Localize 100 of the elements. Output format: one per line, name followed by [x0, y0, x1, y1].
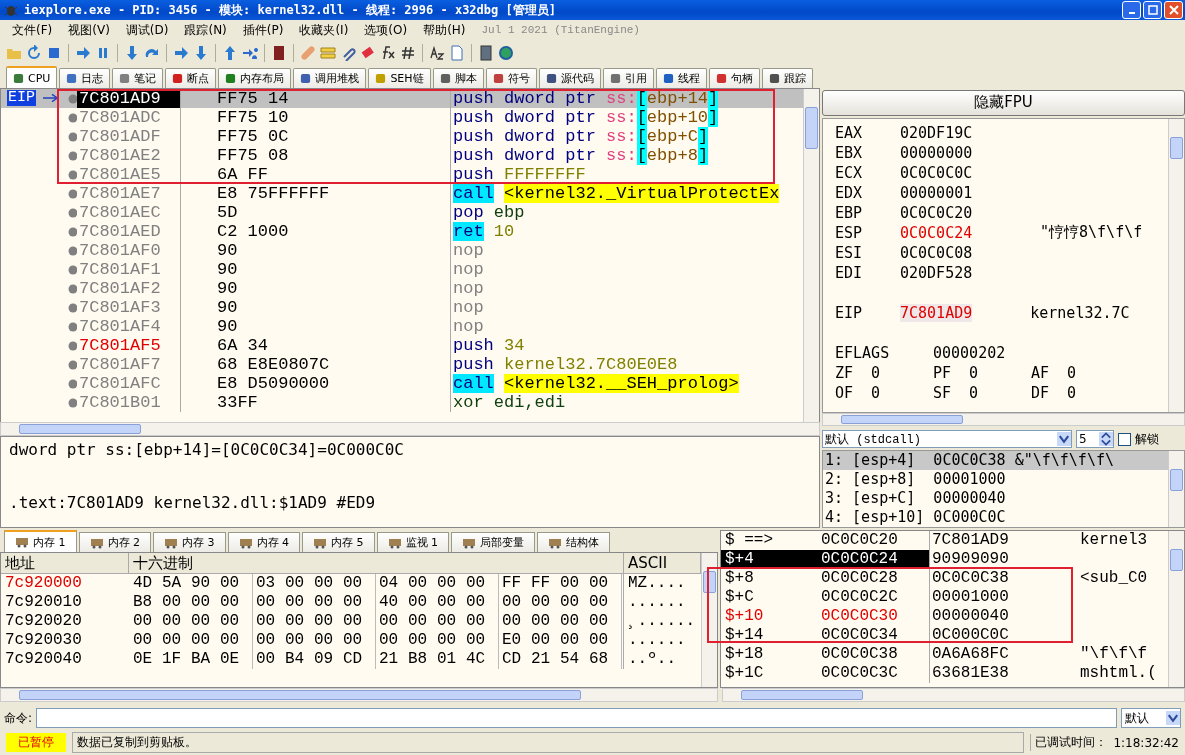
- menu-item[interactable]: 跟踪(N): [176, 21, 235, 39]
- menu-item[interactable]: 插件(P): [234, 21, 292, 39]
- register-value[interactable]: 0C0C0C20: [900, 203, 1040, 222]
- register-value[interactable]: 020DF528: [900, 263, 1040, 282]
- menu-item[interactable]: 收藏夹(I): [291, 21, 357, 39]
- minimize-button[interactable]: [1122, 1, 1141, 19]
- bytes-cell: 90: [181, 317, 451, 336]
- tab[interactable]: 跟踪: [761, 68, 813, 88]
- hex-byte: 5A: [162, 574, 183, 593]
- debug-time: 1:18:32:42: [1113, 735, 1179, 750]
- register-value[interactable]: 0C0C0C24: [900, 223, 1040, 242]
- refresh-icon[interactable]: [26, 45, 42, 61]
- instruction-text: xor edi,edi: [452, 393, 566, 412]
- window-title: iexplore.exe - PID: 3456 - 模块: kernel32.dll - 线程: 2996 - x32dbg [管理员]: [24, 1, 557, 19]
- horizontal-scrollbar[interactable]: [722, 688, 1185, 702]
- tab[interactable]: 日志: [59, 68, 111, 88]
- stack-value: 7C801AD9: [929, 531, 1080, 550]
- argument-row[interactable]: 2: [esp+8] 00001000: [823, 470, 1168, 489]
- tab[interactable]: 内存 4: [227, 532, 300, 552]
- font-icon[interactable]: [429, 45, 445, 61]
- register-value[interactable]: 0C0C0C08: [900, 243, 1040, 262]
- globe-icon[interactable]: [498, 45, 514, 61]
- command-mode-dropdown[interactable]: 默认: [1121, 708, 1181, 728]
- stop-icon[interactable]: [46, 45, 62, 61]
- tab[interactable]: 符号: [485, 68, 537, 88]
- argument-count-spinner[interactable]: 5: [1076, 430, 1114, 449]
- tab[interactable]: 笔记: [112, 68, 164, 88]
- hex-byte: 00: [256, 631, 277, 650]
- menu-item[interactable]: 选项(O): [356, 21, 416, 39]
- arrow-icon[interactable]: [75, 45, 91, 61]
- flag-value[interactable]: PF 0: [933, 363, 1031, 382]
- stack-value: 00001000: [929, 588, 1080, 607]
- flag-value[interactable]: DF 0: [1031, 383, 1129, 402]
- menu-item[interactable]: 帮助(H): [415, 21, 474, 39]
- hex-byte: 00: [162, 612, 183, 631]
- fx-icon[interactable]: [380, 45, 396, 61]
- argument-row[interactable]: 3: [esp+C] 00000040: [823, 489, 1168, 508]
- user-icon[interactable]: [242, 45, 258, 61]
- instruction-text: push dword ptr ss:[ebp+10]: [452, 108, 719, 127]
- tab[interactable]: 内存 1: [4, 530, 77, 552]
- stack-address: 0C0C0C20: [821, 531, 899, 550]
- up-icon[interactable]: [222, 45, 238, 61]
- stack-address: 0C0C0C3C: [821, 664, 899, 683]
- argument-row[interactable]: 1: [esp+4] 0C0C0C38 &"\f\f\f\f\: [823, 451, 1168, 470]
- tab-icon: [300, 73, 312, 84]
- vertical-scrollbar[interactable]: [1168, 118, 1184, 412]
- argument-row[interactable]: 4: [esp+10] 0C000C0C: [823, 508, 1168, 527]
- menu-item[interactable]: 视图(V): [60, 21, 118, 39]
- stack-address: 0C0C0C30: [821, 607, 899, 626]
- stack-comment: mshtml.(: [1080, 664, 1157, 683]
- hex-byte: 21: [379, 650, 400, 669]
- flag-value[interactable]: ZF 0: [835, 363, 933, 382]
- close-button[interactable]: [1164, 1, 1183, 19]
- column-header[interactable]: 地址: [1, 553, 129, 573]
- tab[interactable]: 引用: [602, 68, 654, 88]
- flag-value[interactable]: AF 0: [1031, 363, 1129, 382]
- register-value[interactable]: 0C0C0C0C: [900, 163, 1040, 182]
- register-value[interactable]: 00000001: [900, 183, 1040, 202]
- bytes-cell: FF75 0C: [181, 127, 451, 146]
- register-value[interactable]: 020DF19C: [900, 123, 1040, 142]
- tab[interactable]: CPU: [6, 66, 58, 88]
- tab[interactable]: 内存 3: [153, 532, 226, 552]
- hex-byte: 00: [466, 574, 499, 593]
- menu-item[interactable]: 文件(F): [4, 21, 61, 39]
- register-value[interactable]: 00000000: [900, 143, 1040, 162]
- tab[interactable]: 局部变量: [451, 532, 535, 552]
- tab[interactable]: 结构体: [537, 532, 610, 552]
- tab[interactable]: 断点: [165, 68, 217, 88]
- calling-convention-dropdown[interactable]: 默认 (stdcall): [822, 430, 1072, 449]
- tab[interactable]: 内存布局: [218, 68, 292, 88]
- register-value[interactable]: 7C801AD9: [900, 303, 973, 322]
- hash-icon[interactable]: [400, 45, 416, 61]
- tab[interactable]: 句柄: [708, 68, 760, 88]
- flag-value[interactable]: OF 0: [835, 383, 933, 402]
- hide-fpu-button[interactable]: 隐藏FPU: [822, 90, 1185, 116]
- lock-checkbox[interactable]: [1118, 432, 1131, 446]
- tab[interactable]: 线程: [655, 68, 707, 88]
- horizontal-scrollbar[interactable]: [0, 688, 718, 702]
- menu-item[interactable]: 调试(D): [117, 21, 177, 39]
- tab[interactable]: 源代码: [538, 68, 601, 88]
- vertical-scrollbar[interactable]: [803, 89, 819, 422]
- maximize-button[interactable]: [1143, 1, 1162, 19]
- tab[interactable]: 内存 2: [78, 532, 151, 552]
- tab[interactable]: 调用堆栈: [293, 68, 367, 88]
- horizontal-scrollbar[interactable]: [0, 422, 820, 436]
- down-icon[interactable]: [193, 45, 209, 61]
- register-value[interactable]: 00000202: [933, 343, 1073, 362]
- tab[interactable]: 监视 1: [376, 532, 449, 552]
- vertical-scrollbar[interactable]: [1168, 451, 1184, 527]
- vertical-scrollbar[interactable]: [1168, 531, 1184, 687]
- tab[interactable]: 内存 5: [302, 532, 375, 552]
- flag-value[interactable]: SF 0: [933, 383, 1031, 402]
- column-header[interactable]: 十六进制: [129, 553, 624, 573]
- arrow-icon[interactable]: [173, 45, 189, 61]
- bytes-cell: 6A FF: [181, 165, 451, 184]
- command-field[interactable]: [36, 708, 1117, 728]
- down-icon[interactable]: [124, 45, 140, 61]
- vertical-scrollbar[interactable]: [701, 553, 717, 687]
- tab[interactable]: 脚本: [432, 68, 484, 88]
- tab[interactable]: SEH链: [368, 68, 431, 88]
